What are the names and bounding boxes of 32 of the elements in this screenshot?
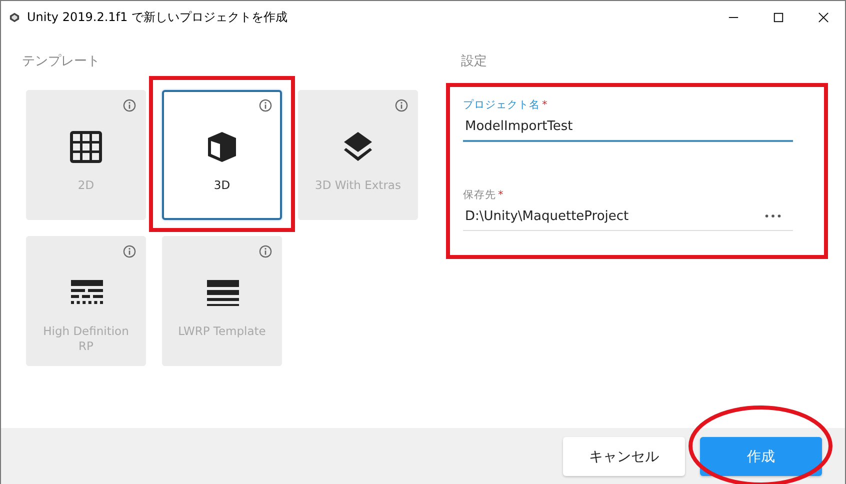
input-field[interactable]: D:\Unity\MaquetteProject: [463, 202, 793, 231]
template-label: 3D: [212, 178, 232, 193]
template-label: High Definition RP: [42, 324, 130, 354]
field-value: ModelImportTest: [465, 118, 573, 134]
info-icon[interactable]: [123, 99, 136, 112]
field-label: 保存先 *: [463, 188, 504, 202]
template-label: 3D With Extras: [314, 178, 402, 193]
template-label: LWRP Template: [177, 324, 267, 339]
template-tile[interactable]: LWRP Template: [162, 236, 282, 366]
info-icon[interactable]: [259, 245, 272, 258]
close-icon[interactable]: [818, 12, 829, 23]
template-tile[interactable]: 3D With Extras: [298, 90, 418, 220]
info-icon[interactable]: [123, 245, 136, 258]
create-button[interactable]: 作成: [700, 437, 822, 476]
template-tile[interactable]: High Definition RP: [26, 236, 146, 366]
field-label: プロジェクト名 *: [463, 98, 548, 112]
window-title: Unity 2019.2.1f1 で新しいプロジェクトを作成: [27, 9, 288, 26]
cube-icon: [205, 130, 239, 164]
template-tile[interactable]: 3D: [162, 90, 282, 220]
info-icon[interactable]: [259, 99, 272, 112]
maximize-icon[interactable]: [773, 12, 784, 23]
templates-heading: テンプレート: [22, 53, 101, 71]
cancel-button[interactable]: キャンセル: [563, 437, 685, 476]
grid-icon: [69, 130, 103, 164]
info-icon[interactable]: [395, 99, 408, 112]
settings-heading: 設定: [461, 53, 488, 71]
app-logo-icon: [9, 12, 20, 23]
template-tile[interactable]: 2D: [26, 90, 146, 220]
field-value: D:\Unity\MaquetteProject: [465, 208, 629, 224]
template-label: 2D: [76, 178, 96, 193]
more-icon[interactable]: [765, 214, 781, 218]
input-field[interactable]: ModelImportTest: [463, 112, 793, 142]
